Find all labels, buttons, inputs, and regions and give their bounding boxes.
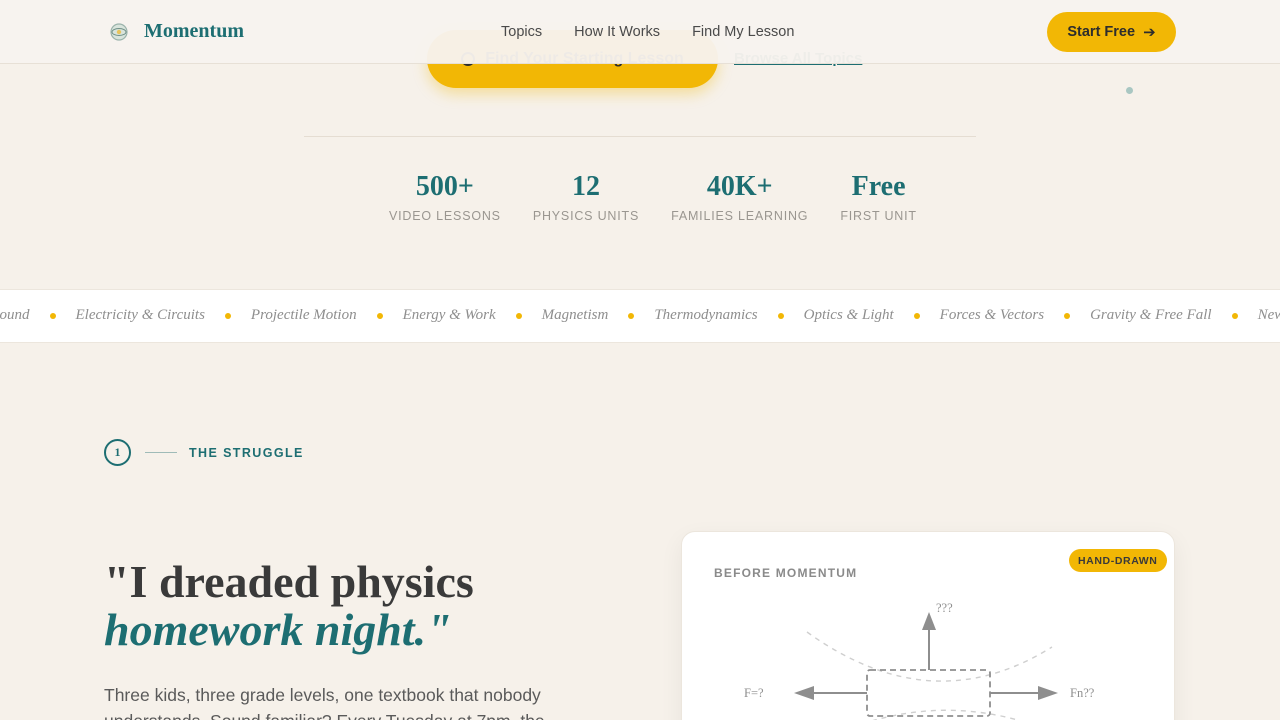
stat-physics-units: 12 PHYSICS UNITS (517, 170, 655, 223)
arrow-left-head (794, 686, 814, 700)
label-up: ??? (936, 601, 953, 615)
struggle-body: Three kids, three grade levels, one text… (104, 685, 545, 720)
ticker-dot (777, 312, 784, 319)
ticker-item: Projectile Motion (250, 307, 357, 323)
ticker-dot (515, 312, 522, 319)
quote-line-1: "I dreaded physics (104, 556, 474, 607)
ticker-dot (1231, 312, 1238, 319)
struggle-quote: "I dreaded physics homework night." (104, 558, 474, 654)
diagram-box (866, 669, 991, 717)
label-right: Fn?? (1070, 686, 1095, 700)
section-label: 1 THE STRUGGLE (104, 439, 304, 466)
stat-first-unit: Free FIRST UNIT (824, 170, 933, 223)
top-nav: Momentum Topics How It Works Find My Les… (0, 0, 1280, 64)
stats-row: 500+ VIDEO LESSONS 12 PHYSICS UNITS 40K+… (373, 170, 933, 223)
section-label-line (145, 452, 177, 453)
nav-link-topics[interactable]: Topics (501, 24, 542, 40)
stat-label: FIRST UNIT (840, 209, 917, 223)
ticker-item: Optics & Light (803, 307, 894, 323)
ticker-track: Sound Electricity & Circuits Projectile Mo… (0, 307, 1280, 324)
section-title: THE STRUGGLE (189, 445, 304, 460)
ticker-item: Gravity & Free Fall (1090, 307, 1212, 323)
ticker-item: Energy & Work (402, 307, 496, 323)
stat-label: VIDEO LESSONS (389, 209, 501, 223)
quote-line-2: homework night." (104, 604, 452, 655)
ticker-dot (628, 312, 635, 319)
stat-value: 40K+ (706, 171, 773, 202)
ticker-item: Magnetism (541, 307, 609, 323)
nav-link-how-it-works[interactable]: How It Works (574, 24, 660, 40)
arrow-right-icon: ➔ (1143, 24, 1156, 41)
stat-video-lessons: 500+ VIDEO LESSONS (373, 170, 517, 223)
stat-label: FAMILIES LEARNING (671, 209, 809, 223)
nav-links: Topics How It Works Find My Lesson (501, 24, 794, 40)
ticker-item: Newton's Laws (1257, 307, 1280, 323)
ticker-item: Forces & Vectors (939, 307, 1045, 323)
decorative-dot (1126, 87, 1133, 94)
label-left: F=? (744, 686, 764, 700)
ticker-dot (376, 312, 383, 319)
section-number: 1 (104, 439, 131, 466)
stat-families-learning: 40K+ FAMILIES LEARNING (655, 170, 824, 223)
stats-divider (304, 136, 976, 137)
ticker-dot (224, 312, 231, 319)
hand-drawn-badge: HAND-DRAWN (1069, 549, 1167, 572)
stat-value: Free (851, 171, 906, 202)
atom-logo-icon (110, 22, 128, 41)
nav-link-find-my-lesson[interactable]: Find My Lesson (692, 24, 794, 40)
brand-name: Momentum (144, 20, 244, 42)
start-free-button[interactable]: Start Free ➔ (1047, 12, 1176, 52)
ticker-item: Electricity & Circuits (75, 307, 205, 323)
stat-value: 500+ (415, 171, 474, 202)
ticker-dot (49, 312, 56, 319)
ticker-dot (913, 312, 920, 319)
topic-ticker: Sound Electricity & Circuits Projectile Mo… (0, 289, 1280, 343)
confused-force-diagram: ??? F=? Fn?? (744, 601, 1095, 720)
stat-value: 12 (571, 171, 600, 202)
card-title: BEFORE MOMENTUM (714, 566, 858, 580)
ticker-dot (1064, 312, 1071, 319)
ticker-item: Sound (0, 307, 30, 323)
stat-label: PHYSICS UNITS (532, 209, 640, 223)
start-free-label: Start Free (1067, 24, 1136, 40)
ticker-item: Thermodynamics (654, 307, 758, 323)
arrow-up-head (922, 612, 936, 630)
arrow-right-head (1038, 686, 1058, 700)
brand-logo-link[interactable]: Momentum (108, 20, 244, 43)
before-momentum-card: BEFORE MOMENTUM HAND-DRAWN ??? F=? Fn?? (681, 531, 1175, 720)
